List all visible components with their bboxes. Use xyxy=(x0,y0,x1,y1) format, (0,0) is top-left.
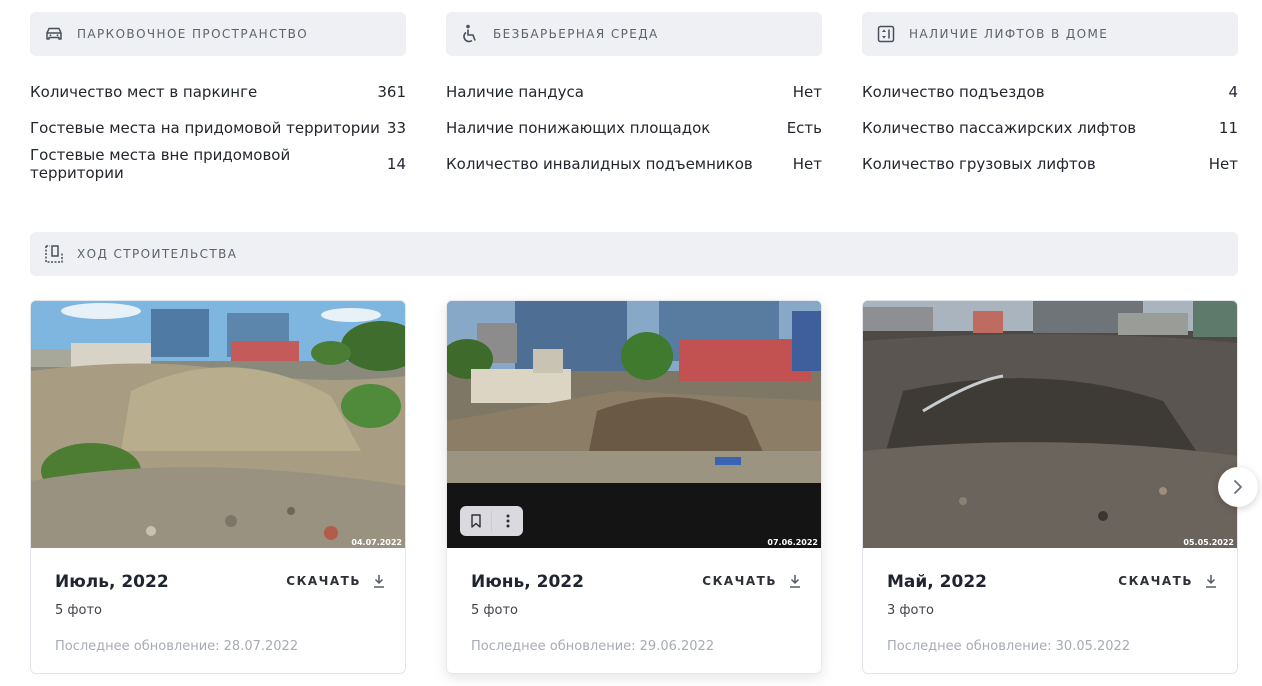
spec-row: Гостевые места вне придомовой территории… xyxy=(30,146,406,182)
last-updated: Последнее обновление: 30.05.2022 xyxy=(887,639,1131,654)
spec-value: Есть xyxy=(786,119,822,137)
elevator-icon xyxy=(876,24,896,44)
construction-photo[interactable]: 04.07.2022 xyxy=(31,301,405,548)
section-title: НАЛИЧИЕ ЛИФТОВ В ДОМЕ xyxy=(909,27,1109,41)
chevron-right-icon xyxy=(1234,480,1242,494)
spec-label: Количество грузовых лифтов xyxy=(862,155,1096,173)
last-updated: Последнее обновление: 29.06.2022 xyxy=(471,639,715,654)
construction-photo[interactable]: 05.05.2022 xyxy=(863,301,1237,548)
photo-count: 5 фото xyxy=(471,603,518,618)
spec-value: 14 xyxy=(386,155,406,173)
spec-value: Нет xyxy=(1208,155,1238,173)
bookmark-icon xyxy=(470,514,481,528)
download-icon xyxy=(1205,574,1217,588)
bookmark-button[interactable] xyxy=(460,506,491,536)
card-title: Май, 2022 xyxy=(887,572,987,592)
photo-date: 05.05.2022 xyxy=(1183,538,1234,547)
download-button[interactable]: СКАЧАТЬ xyxy=(286,574,385,588)
spec-value: 33 xyxy=(386,119,406,137)
spec-value: Нет xyxy=(792,83,822,101)
spec-label: Количество инвалидных подъемников xyxy=(446,155,753,173)
photo-count: 5 фото xyxy=(55,603,102,618)
spec-value: 11 xyxy=(1218,119,1238,137)
spec-label: Гостевые места на придомовой территории xyxy=(30,119,380,137)
elevator-specs: Количество подъездов 4 Количество пассажи… xyxy=(862,74,1238,182)
section-title: ХОД СТРОИТЕЛЬСТВА xyxy=(77,247,238,261)
download-label: СКАЧАТЬ xyxy=(1118,574,1193,588)
spec-value: 361 xyxy=(377,83,406,101)
download-icon xyxy=(789,574,801,588)
spec-row: Количество инвалидных подъемников Нет xyxy=(446,146,822,182)
spec-label: Гостевые места вне придомовой территории xyxy=(30,146,291,182)
spec-row: Наличие пандуса Нет xyxy=(446,74,822,110)
download-icon xyxy=(373,574,385,588)
spec-label: Количество пассажирских лифтов xyxy=(862,119,1137,137)
section-title: БЕЗБАРЬЕРНАЯ СРЕДА xyxy=(493,27,659,41)
spec-label: Количество подъездов xyxy=(862,83,1045,101)
photo-toolbar xyxy=(460,506,523,536)
download-button[interactable]: СКАЧАТЬ xyxy=(1118,574,1217,588)
download-label: СКАЧАТЬ xyxy=(702,574,777,588)
section-title: ПАРКОВОЧНОЕ ПРОСТРАНСТВО xyxy=(77,27,309,41)
spec-label: Количество мест в паркинге xyxy=(30,83,258,101)
photo-date: 07.06.2022 xyxy=(767,538,818,547)
construction-photo[interactable]: 07.06.2022 xyxy=(447,301,821,548)
construction-card-may[interactable]: 05.05.2022 Май, 2022 СКАЧАТЬ 3 фото Посл… xyxy=(862,300,1238,674)
download-button[interactable]: СКАЧАТЬ xyxy=(702,574,801,588)
section-header-construction: ХОД СТРОИТЕЛЬСТВА xyxy=(30,232,1238,276)
spec-row: Количество мест в паркинге 361 xyxy=(30,74,406,110)
accessibility-specs: Наличие пандуса Нет Наличие понижающих пл… xyxy=(446,74,822,182)
construction-card-july[interactable]: 04.07.2022 Июль, 2022 СКАЧАТЬ 5 фото Пос… xyxy=(30,300,406,674)
last-updated: Последнее обновление: 28.07.2022 xyxy=(55,639,299,654)
construction-icon xyxy=(44,244,64,264)
photo-date: 04.07.2022 xyxy=(351,538,402,547)
more-vertical-icon xyxy=(506,514,509,528)
parking-specs: Количество мест в паркинге 361 Гостевые м… xyxy=(30,74,406,182)
card-title: Июнь, 2022 xyxy=(471,572,584,592)
section-header-accessibility: БЕЗБАРЬЕРНАЯ СРЕДА xyxy=(446,12,822,56)
car-icon xyxy=(44,24,64,44)
spec-row: Количество пассажирских лифтов 11 xyxy=(862,110,1238,146)
construction-card-june[interactable]: 07.06.2022 Июнь, 2022 СКАЧАТЬ 5 фото Пос… xyxy=(446,300,822,674)
spec-value: 4 xyxy=(1228,83,1238,101)
carousel-next-button[interactable] xyxy=(1218,467,1258,507)
more-options-button[interactable] xyxy=(492,506,523,536)
section-header-elevators: НАЛИЧИЕ ЛИФТОВ В ДОМЕ xyxy=(862,12,1238,56)
spec-value: Нет xyxy=(792,155,822,173)
spec-row: Количество подъездов 4 xyxy=(862,74,1238,110)
wheelchair-icon xyxy=(460,24,480,44)
photo-count: 3 фото xyxy=(887,603,934,618)
download-label: СКАЧАТЬ xyxy=(286,574,361,588)
section-header-parking: ПАРКОВОЧНОЕ ПРОСТРАНСТВО xyxy=(30,12,406,56)
spec-row: Количество грузовых лифтов Нет xyxy=(862,146,1238,182)
spec-label: Наличие понижающих площадок xyxy=(446,119,711,137)
card-title: Июль, 2022 xyxy=(55,572,169,592)
spec-label: Наличие пандуса xyxy=(446,83,584,101)
spec-row: Гостевые места на придомовой территории 3… xyxy=(30,110,406,146)
spec-row: Наличие понижающих площадок Есть xyxy=(446,110,822,146)
